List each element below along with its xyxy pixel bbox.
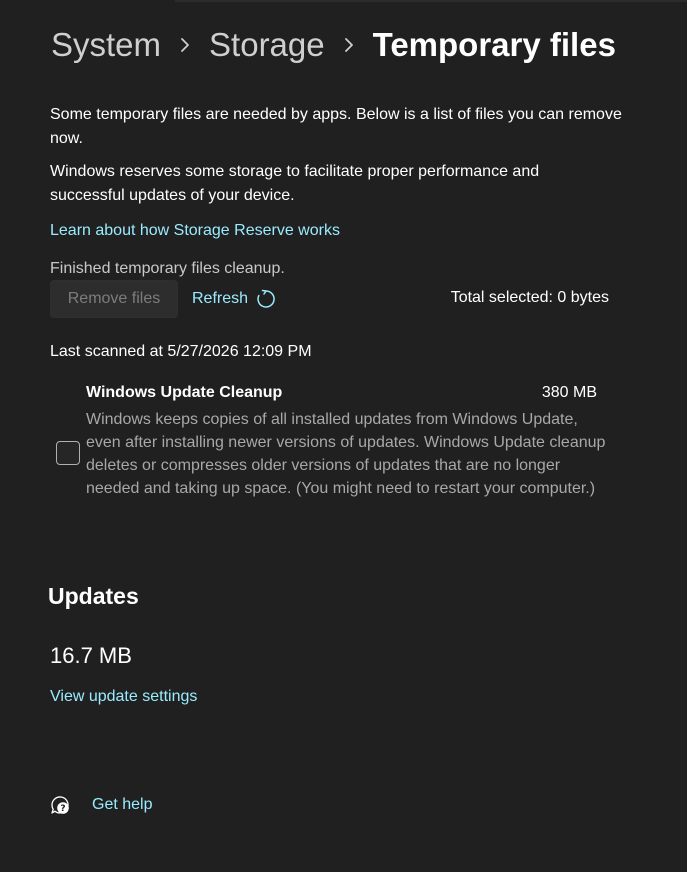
help-chat-icon: ? [51,796,69,814]
breadcrumb: System Storage Temporary files [51,26,616,64]
breadcrumb-storage[interactable]: Storage [209,26,325,64]
windows-update-cleanup-checkbox[interactable] [56,441,80,465]
page-title: Temporary files [372,26,616,63]
cleanup-status-text: Finished temporary files cleanup. [50,260,285,277]
breadcrumb-system[interactable]: System [51,26,161,64]
updates-size: 16.7 MB [50,643,132,668]
item-title: Windows Update Cleanup [86,384,283,401]
item-size: 380 MB [541,384,597,401]
learn-storage-reserve-link[interactable]: Learn about how Storage Reserve works [50,219,340,243]
intro-text-reserve: Windows reserves some storage to facilit… [50,163,540,204]
updates-heading: Updates [48,583,139,609]
svg-text:?: ? [60,804,65,814]
get-help-link[interactable]: ? Get help [50,794,152,816]
refresh-button[interactable]: Refresh [192,288,277,310]
last-scanned-text: Last scanned at 5/27/2026 12:09 PM [50,343,312,360]
remove-files-button[interactable]: Remove files [50,280,178,318]
intro-text-apps: Some temporary files are needed by apps.… [50,106,622,147]
view-update-settings-link[interactable]: View update settings [50,685,197,709]
window-top-edge [175,0,687,2]
item-description: Windows keeps copies of all installed up… [86,411,606,497]
total-selected-text: Total selected: 0 bytes [450,289,609,306]
chevron-right-icon [179,36,191,54]
chevron-right-icon [343,36,355,54]
refresh-icon [257,289,275,308]
get-help-label: Get help [92,796,153,813]
refresh-label: Refresh [192,290,249,307]
